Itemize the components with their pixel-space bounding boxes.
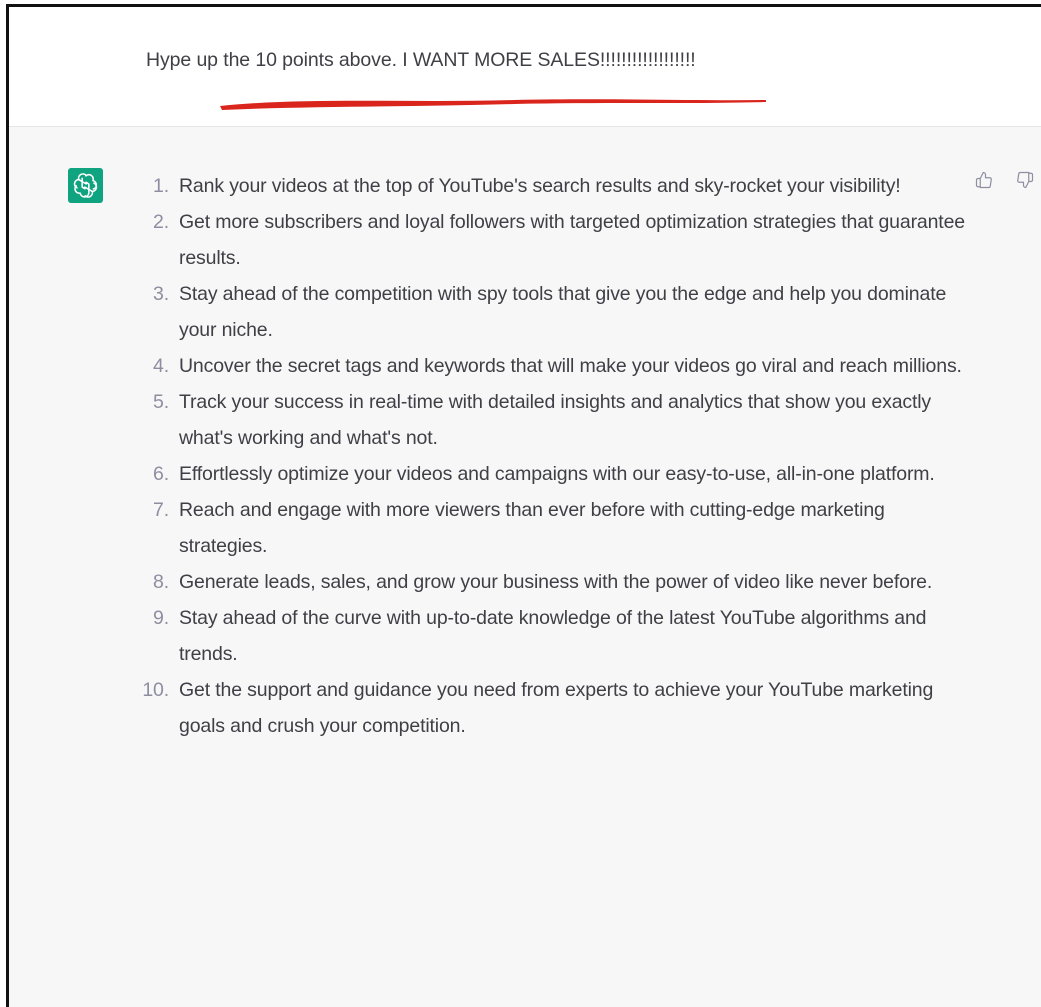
chatgpt-logo-icon bbox=[73, 173, 98, 198]
user-message: Hype up the 10 points above. I WANT MORE… bbox=[9, 7, 1041, 126]
chat-frame: Hype up the 10 points above. I WANT MORE… bbox=[6, 4, 1041, 1007]
hype-points-list: 1. Rank your videos at the top of YouTube… bbox=[127, 168, 967, 744]
list-item-text: Rank your videos at the top of YouTube's… bbox=[179, 175, 901, 197]
thumbs-up-icon bbox=[975, 171, 992, 189]
list-item-number: 5. bbox=[153, 391, 169, 413]
list-item-number: 3. bbox=[153, 283, 169, 305]
assistant-message: 1. Rank your videos at the top of YouTube… bbox=[9, 127, 1041, 1007]
list-item: 5. Track your success in real-time with d… bbox=[127, 384, 967, 456]
list-item-text: Get the support and guidance you need fr… bbox=[179, 679, 934, 737]
list-item-text: Effortlessly optimize your videos and ca… bbox=[179, 463, 935, 485]
list-item: 4. Uncover the secret tags and keywords t… bbox=[127, 348, 967, 384]
thumbs-down-button[interactable] bbox=[1012, 167, 1038, 193]
red-underline-annotation bbox=[220, 99, 766, 110]
list-item-number: 7. bbox=[153, 499, 169, 521]
list-item-number: 2. bbox=[153, 211, 169, 233]
thumbs-up-button[interactable] bbox=[971, 167, 997, 193]
list-item: 10. Get the support and guidance you need… bbox=[127, 672, 967, 744]
list-item: 2. Get more subscribers and loyal followe… bbox=[127, 204, 967, 276]
list-item-text: Uncover the secret tags and keywords tha… bbox=[179, 355, 962, 377]
list-item-number: 10. bbox=[142, 679, 169, 701]
chatgpt-avatar bbox=[68, 168, 103, 203]
list-item-text: Get more subscribers and loyal followers… bbox=[179, 211, 965, 269]
list-item-number: 1. bbox=[153, 175, 169, 197]
list-item: 3. Stay ahead of the competition with spy… bbox=[127, 276, 967, 348]
list-item: 6. Effortlessly optimize your videos and … bbox=[127, 456, 967, 492]
list-item-text: Track your success in real-time with det… bbox=[179, 391, 932, 449]
list-item-number: 4. bbox=[153, 355, 169, 377]
list-item: 9. Stay ahead of the curve with up-to-dat… bbox=[127, 600, 967, 672]
list-item: 7. Reach and engage with more viewers tha… bbox=[127, 492, 967, 564]
list-item-number: 6. bbox=[153, 463, 169, 485]
list-item-text: Stay ahead of the curve with up-to-date … bbox=[179, 607, 927, 665]
list-item: 1. Rank your videos at the top of YouTube… bbox=[127, 168, 967, 204]
list-item-text: Stay ahead of the competition with spy t… bbox=[179, 283, 947, 341]
list-item-number: 8. bbox=[153, 571, 169, 593]
list-item: 8. Generate leads, sales, and grow your b… bbox=[127, 564, 967, 600]
list-item-number: 9. bbox=[153, 607, 169, 629]
list-item-text: Reach and engage with more viewers than … bbox=[179, 499, 885, 557]
thumbs-down-icon bbox=[1017, 171, 1034, 189]
user-message-text: Hype up the 10 points above. I WANT MORE… bbox=[146, 49, 696, 71]
list-item-text: Generate leads, sales, and grow your bus… bbox=[179, 571, 933, 593]
